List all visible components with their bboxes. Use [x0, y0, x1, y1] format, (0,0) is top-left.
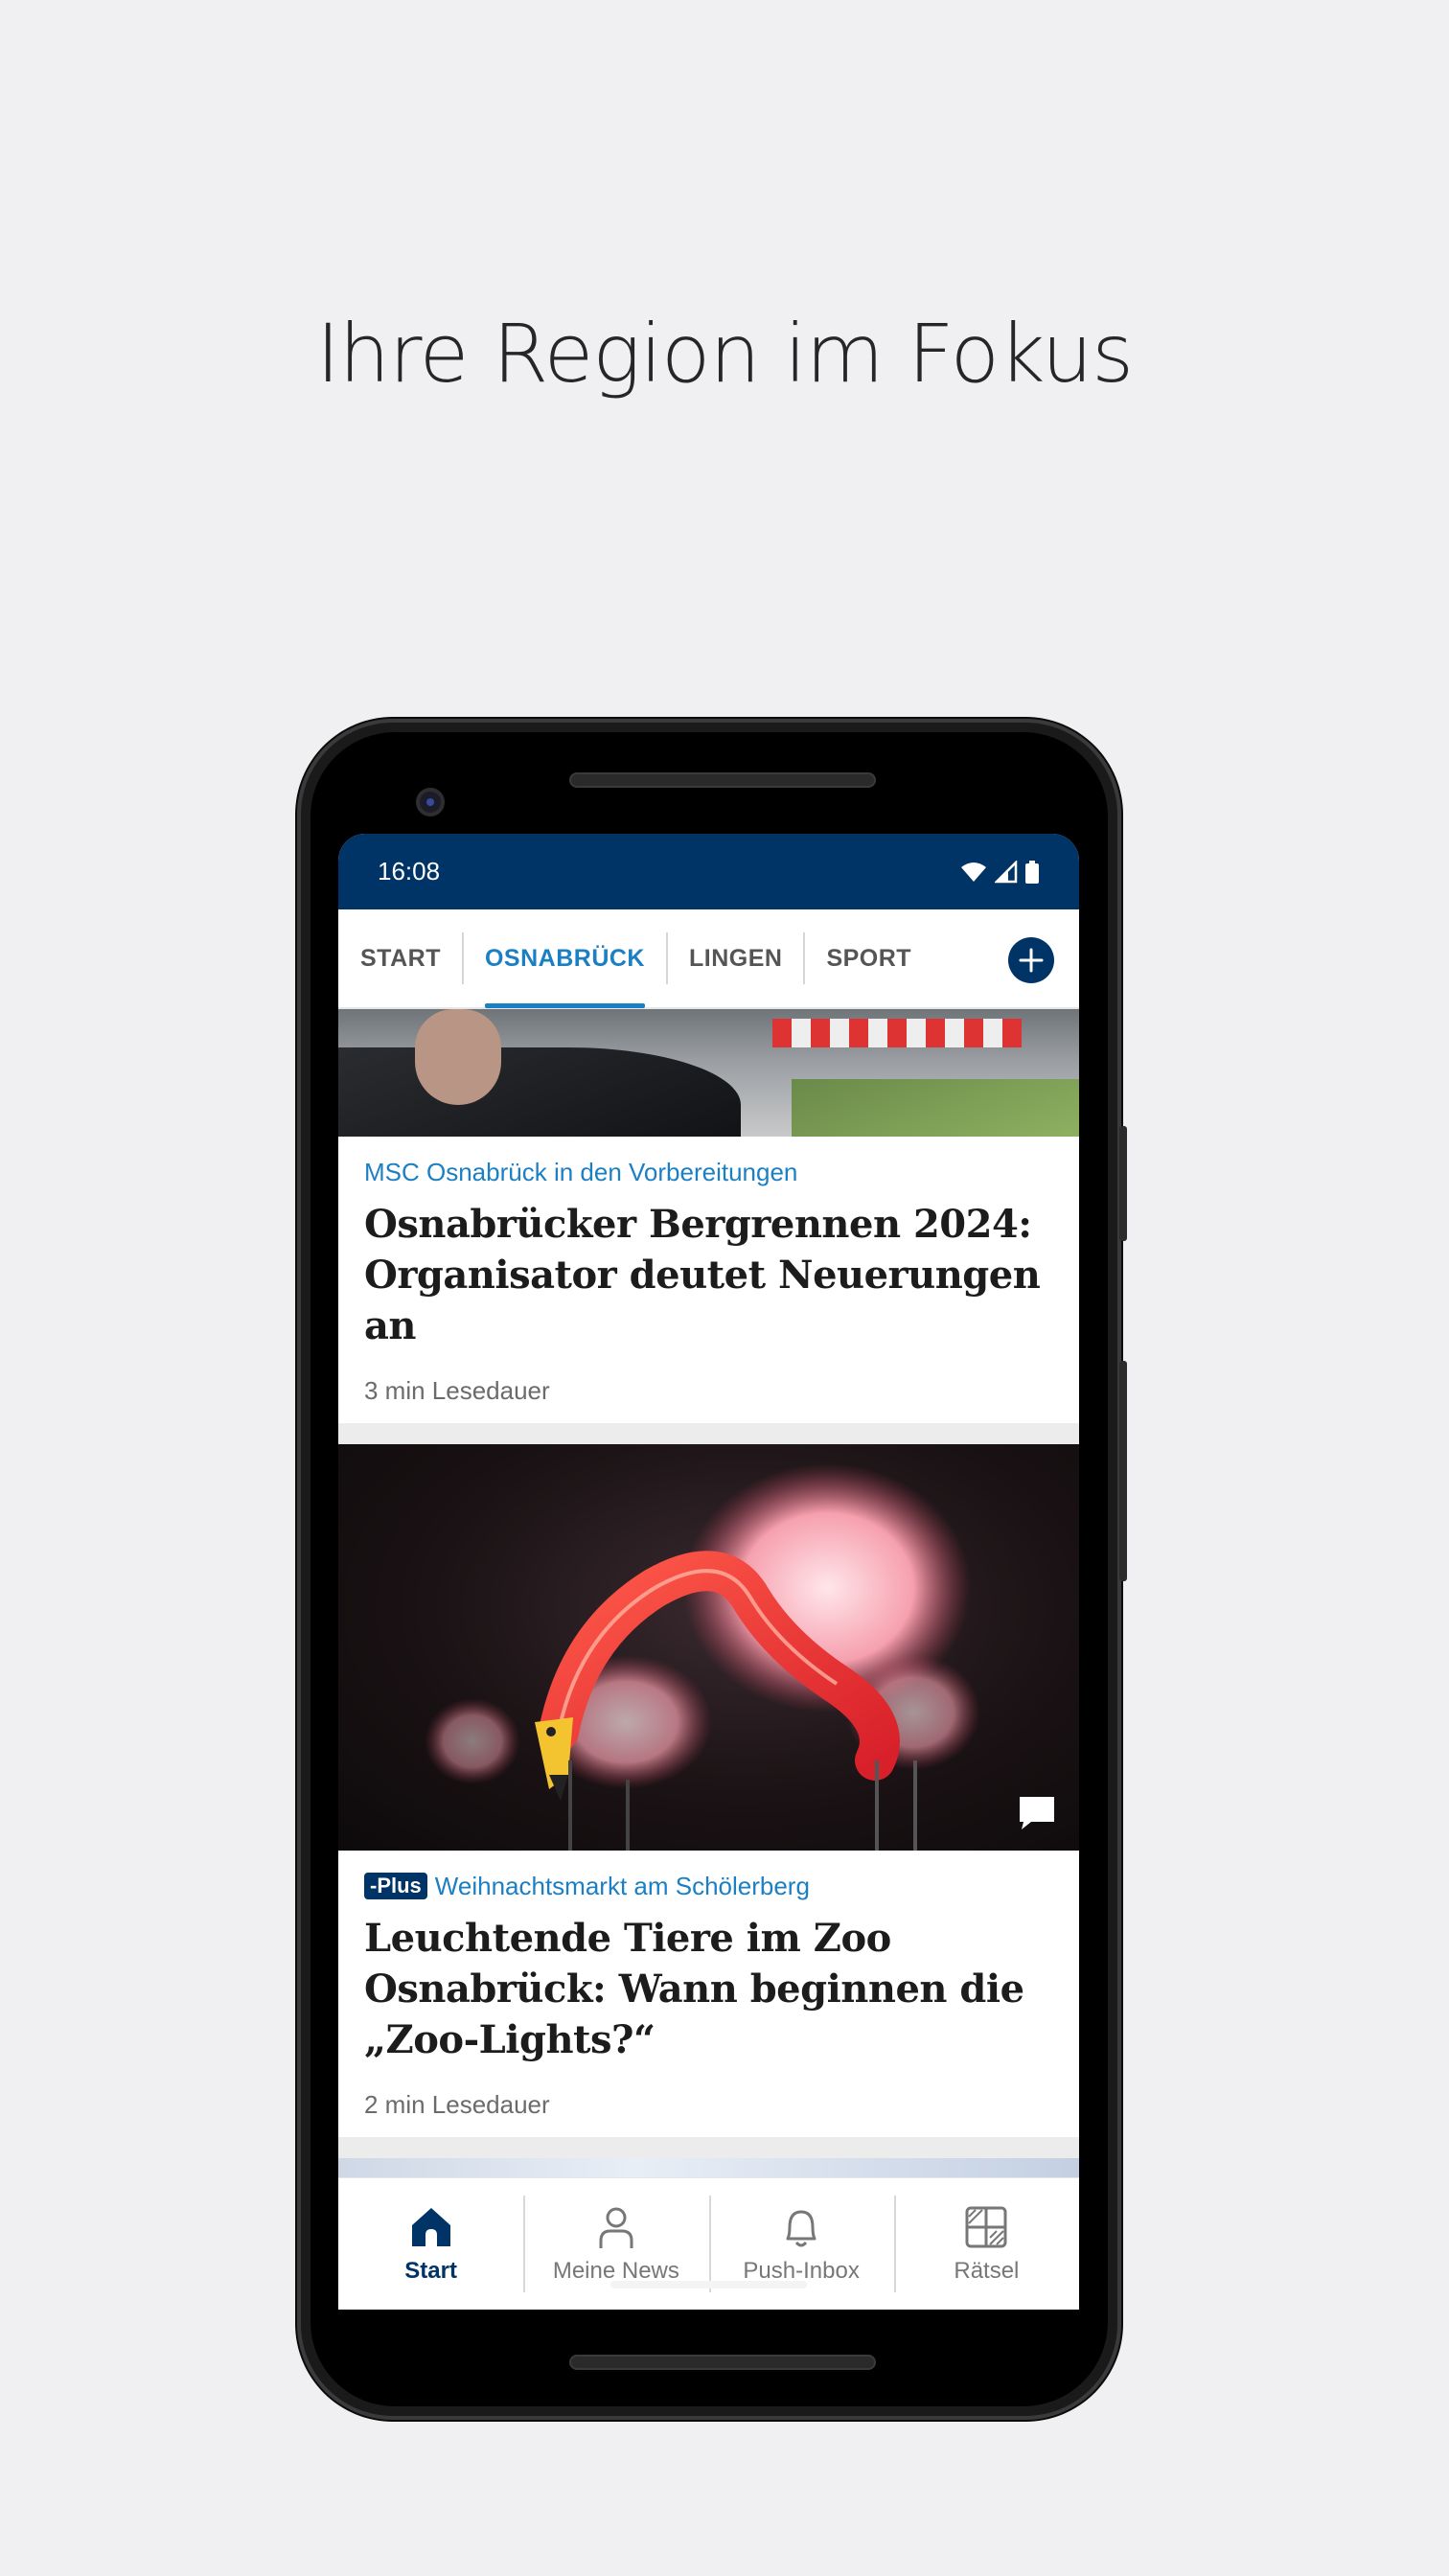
article-kicker: MSC Osnabrück in den Vorbereitungen — [364, 1158, 798, 1186]
nav-raetsel-label: Rätsel — [954, 2257, 1020, 2284]
tab-osnabrueck[interactable]: OSNABRÜCK — [461, 932, 666, 1008]
article-kicker: Weihnachtsmarkt am Schölerberg — [434, 1872, 810, 1900]
plus-badge-label: Plus — [377, 1874, 422, 1898]
power-button — [1119, 1126, 1127, 1241]
plus-icon — [1019, 948, 1044, 973]
promo-headline: Ihre Region im Fokus — [315, 307, 1134, 401]
article-title-line: Leuchtende Tiere im Zoo — [364, 1916, 891, 1961]
earpiece-speaker — [569, 772, 876, 788]
article-title-line: Osnabrück: Wann beginnen die — [364, 1966, 1024, 2012]
flamingo-illustration — [425, 1463, 980, 1851]
home-icon — [411, 2207, 450, 2246]
feed-separator — [338, 1423, 1079, 1444]
tab-start[interactable]: START — [338, 932, 462, 984]
tab-lingen[interactable]: LINGEN — [665, 932, 803, 984]
gesture-home-bar[interactable] — [610, 2281, 807, 2288]
app-screen: 16:08 START OSNABRÜCK LINGEN SPORT MSC O… — [338, 834, 1079, 2310]
person-icon — [599, 2207, 633, 2248]
status-bar: 16:08 — [338, 834, 1079, 909]
puzzle-icon — [965, 2206, 1007, 2247]
section-tabs: START OSNABRÜCK LINGEN SPORT — [338, 909, 1079, 1009]
status-time: 16:08 — [378, 857, 441, 886]
battery-icon — [1025, 860, 1039, 884]
volume-button — [1119, 1361, 1127, 1581]
article-title[interactable]: Osnabrücker Bergrennen 2024: Organisator… — [364, 1199, 1053, 1351]
article-title-line: „Zoo-Lights?“ — [364, 2017, 656, 2062]
bottom-navigation: Start Meine News Push-Inbox Rätsel — [338, 2177, 1079, 2310]
status-icons — [960, 860, 1039, 884]
article-card[interactable]: -Plus Weihnachtsmarkt am Schölerberg Leuc… — [338, 1851, 1079, 2137]
article-feed: MSC Osnabrück in den Vorbereitungen Osna… — [338, 1009, 1079, 2187]
plus-badge: -Plus — [364, 1873, 427, 1899]
feed-separator — [338, 2137, 1079, 2158]
image-detail-barrier — [772, 1019, 1022, 1047]
reading-time: 2 min Lesedauer — [364, 2090, 550, 2119]
add-section-button[interactable] — [1008, 937, 1054, 983]
nav-start[interactable]: Start — [338, 2178, 523, 2310]
article-image-bergrennen[interactable] — [338, 1009, 1079, 1137]
nav-start-label: Start — [404, 2257, 457, 2284]
article-card[interactable]: MSC Osnabrück in den Vorbereitungen Osna… — [338, 1137, 1079, 1423]
article-title-line: Organisator deutet Neuerungen an — [364, 1253, 1041, 1348]
nav-push-inbox[interactable]: Push-Inbox — [708, 2178, 894, 2310]
bell-icon — [786, 2210, 816, 2246]
article-image-zoo-lights[interactable] — [338, 1444, 1079, 1851]
wifi-icon — [961, 862, 986, 882]
image-detail-grass — [792, 1079, 1079, 1137]
comment-icon[interactable] — [1018, 1795, 1056, 1831]
nav-raetsel[interactable]: Rätsel — [893, 2178, 1079, 2310]
front-camera — [416, 788, 445, 816]
article-title[interactable]: Leuchtende Tiere im Zoo Osnabrück: Wann … — [364, 1913, 1053, 2065]
image-detail-hand — [415, 1009, 501, 1105]
nav-meine-news[interactable]: Meine News — [523, 2178, 708, 2310]
reading-time: 3 min Lesedauer — [364, 1376, 550, 1405]
article-kicker-row: -Plus Weihnachtsmarkt am Schölerberg — [364, 1872, 1053, 1901]
signal-icon — [995, 860, 1018, 883]
image-detail-dashboard — [338, 1047, 741, 1137]
article-title-line: Osnabrücker Bergrennen 2024: — [364, 1202, 1032, 1247]
tab-sport[interactable]: SPORT — [803, 932, 932, 984]
bottom-speaker — [569, 2355, 876, 2370]
